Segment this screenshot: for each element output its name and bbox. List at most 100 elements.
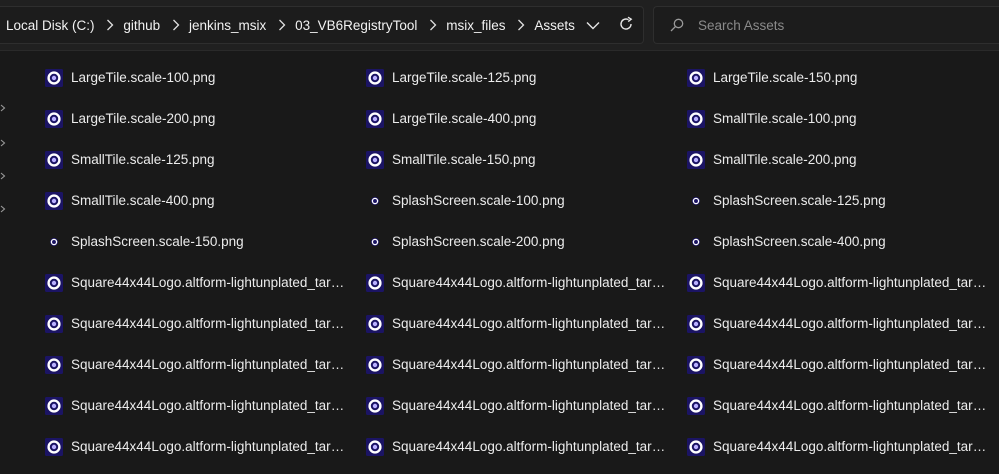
file-item[interactable]: SplashScreen.scale-150.png [36,221,354,262]
app-tile-icon [365,355,385,375]
file-name: SplashScreen.scale-125.png [713,193,886,208]
file-item[interactable]: Square44x44Logo.altform-lightunplated_ta… [36,426,354,467]
file-item[interactable]: Square44x44Logo.altform-lightunplated_ta… [357,303,675,344]
breadcrumb-item-msix-files[interactable]: msix_files [444,18,507,33]
chevron-right-icon[interactable] [170,18,181,32]
chevron-right-icon[interactable] [105,18,116,32]
file-row: SmallTile.scale-400.png SplashScreen.scal… [36,180,999,221]
file-name: SplashScreen.scale-150.png [71,234,244,249]
file-item[interactable]: Square44x44Logo.altform-lightunplated_ta… [357,426,675,467]
file-item[interactable]: SmallTile.scale-150.png [357,139,675,180]
file-name: LargeTile.scale-125.png [392,70,537,85]
file-name: Square44x44Logo.altform-lightunplated_ta… [713,439,991,454]
file-name: SmallTile.scale-100.png [713,111,857,126]
chevron-down-icon [586,18,600,33]
file-item[interactable]: Square44x44Logo.altform-lightunplated_ta… [357,385,675,426]
chevron-right-icon[interactable] [276,18,287,32]
app-tile-icon [44,396,64,416]
file-name: Square44x44Logo.altform-lightunplated_ta… [71,357,349,372]
refresh-button[interactable] [610,10,643,40]
file-item[interactable]: SplashScreen.scale-400.png [678,221,996,262]
app-tile-icon [686,355,706,375]
splash-dot-icon [44,232,64,252]
file-name: SmallTile.scale-150.png [392,152,536,167]
app-tile-icon [365,396,385,416]
toolbar: Local Disk (C:) github jenkins_msix 03_V… [0,0,999,51]
app-tile-icon [686,437,706,457]
app-tile-icon [44,273,64,293]
breadcrumb-item-assets[interactable]: Assets [532,18,577,33]
app-tile-icon [365,273,385,293]
file-name: LargeTile.scale-400.png [392,111,537,126]
chevron-right-icon[interactable] [427,18,438,32]
file-item[interactable]: LargeTile.scale-125.png [357,57,675,98]
breadcrumb-item-jenkins-msix[interactable]: jenkins_msix [187,18,268,33]
file-item[interactable]: SplashScreen.scale-125.png [678,180,996,221]
file-item[interactable]: Square44x44Logo.altform-lightunplated_ta… [36,303,354,344]
file-item[interactable]: LargeTile.scale-100.png [36,57,354,98]
file-row: LargeTile.scale-200.png LargeTile.scale-4… [36,98,999,139]
file-item[interactable]: Square44x44Logo.altform-lightunplated_ta… [678,426,996,467]
breadcrumb-item-vb6-registry-tool[interactable]: 03_VB6RegistryTool [293,18,419,33]
file-item[interactable]: SmallTile.scale-100.png [678,98,996,139]
file-item[interactable]: LargeTile.scale-150.png [678,57,996,98]
file-row: SplashScreen.scale-150.png SplashScreen.s… [36,221,999,262]
app-tile-icon [686,109,706,129]
expand-arrow-icon[interactable] [0,172,6,180]
splash-dot-icon [686,191,706,211]
file-item[interactable]: Square44x44Logo.altform-lightunplated_ta… [36,262,354,303]
history-dropdown-button[interactable] [577,10,610,40]
file-name: Square44x44Logo.altform-lightunplated_ta… [392,275,670,290]
expand-arrow-icon[interactable] [0,104,6,112]
file-name: Square44x44Logo.altform-lightunplated_ta… [392,398,670,413]
file-row: Square44x44Logo.altform-lightunplated_ta… [36,262,999,303]
file-item[interactable]: SplashScreen.scale-100.png [357,180,675,221]
app-tile-icon [686,150,706,170]
breadcrumb-item-github[interactable]: github [121,18,162,33]
file-item[interactable]: LargeTile.scale-200.png [36,98,354,139]
splash-dot-icon [365,191,385,211]
breadcrumb-item-local-disk[interactable]: Local Disk (C:) [4,18,97,33]
file-name: Square44x44Logo.altform-lightunplated_ta… [392,316,670,331]
file-item[interactable]: SmallTile.scale-125.png [36,139,354,180]
search-icon [668,16,686,34]
navigation-pane-edge [0,51,8,474]
file-name: Square44x44Logo.altform-lightunplated_ta… [71,316,349,331]
expand-arrow-icon[interactable] [0,205,6,213]
app-tile-icon [44,314,64,334]
app-tile-icon [44,191,64,211]
app-tile-icon [44,68,64,88]
app-tile-icon [686,396,706,416]
file-item[interactable]: Square44x44Logo.altform-lightunplated_ta… [678,262,996,303]
file-name: SmallTile.scale-400.png [71,193,215,208]
file-item[interactable]: SmallTile.scale-200.png [678,139,996,180]
app-tile-icon [44,437,64,457]
file-name: Square44x44Logo.altform-lightunplated_ta… [713,275,991,290]
file-item[interactable]: SmallTile.scale-400.png [36,180,354,221]
file-item[interactable]: SplashScreen.scale-200.png [357,221,675,262]
file-item[interactable]: Square44x44Logo.altform-lightunplated_ta… [36,385,354,426]
file-name: Square44x44Logo.altform-lightunplated_ta… [713,357,991,372]
search-box[interactable] [653,6,999,44]
file-item[interactable]: Square44x44Logo.altform-lightunplated_ta… [36,344,354,385]
file-name: Square44x44Logo.altform-lightunplated_ta… [71,439,349,454]
expand-arrow-icon[interactable] [0,139,6,147]
file-row: Square44x44Logo.altform-lightunplated_ta… [36,303,999,344]
file-row: Square44x44Logo.altform-lightunplated_ta… [36,344,999,385]
app-tile-icon [686,68,706,88]
file-item[interactable]: Square44x44Logo.altform-lightunplated_ta… [678,303,996,344]
app-tile-icon [365,68,385,88]
file-row: SmallTile.scale-125.png SmallTile.scale-1… [36,139,999,180]
file-item[interactable]: Square44x44Logo.altform-lightunplated_ta… [678,385,996,426]
file-item[interactable]: Square44x44Logo.altform-lightunplated_ta… [678,344,996,385]
file-item[interactable]: Square44x44Logo.altform-lightunplated_ta… [357,344,675,385]
app-tile-icon [44,150,64,170]
file-name: Square44x44Logo.altform-lightunplated_ta… [71,398,349,413]
chevron-right-icon[interactable] [516,18,527,32]
file-row: Square44x44Logo.altform-lightunplated_ta… [36,385,999,426]
file-explorer-window: Local Disk (C:) github jenkins_msix 03_V… [0,0,999,474]
file-item[interactable]: Square44x44Logo.altform-lightunplated_ta… [357,262,675,303]
file-item[interactable]: LargeTile.scale-400.png [357,98,675,139]
search-input[interactable] [696,16,980,34]
address-bar[interactable]: Local Disk (C:) github jenkins_msix 03_V… [0,6,644,44]
